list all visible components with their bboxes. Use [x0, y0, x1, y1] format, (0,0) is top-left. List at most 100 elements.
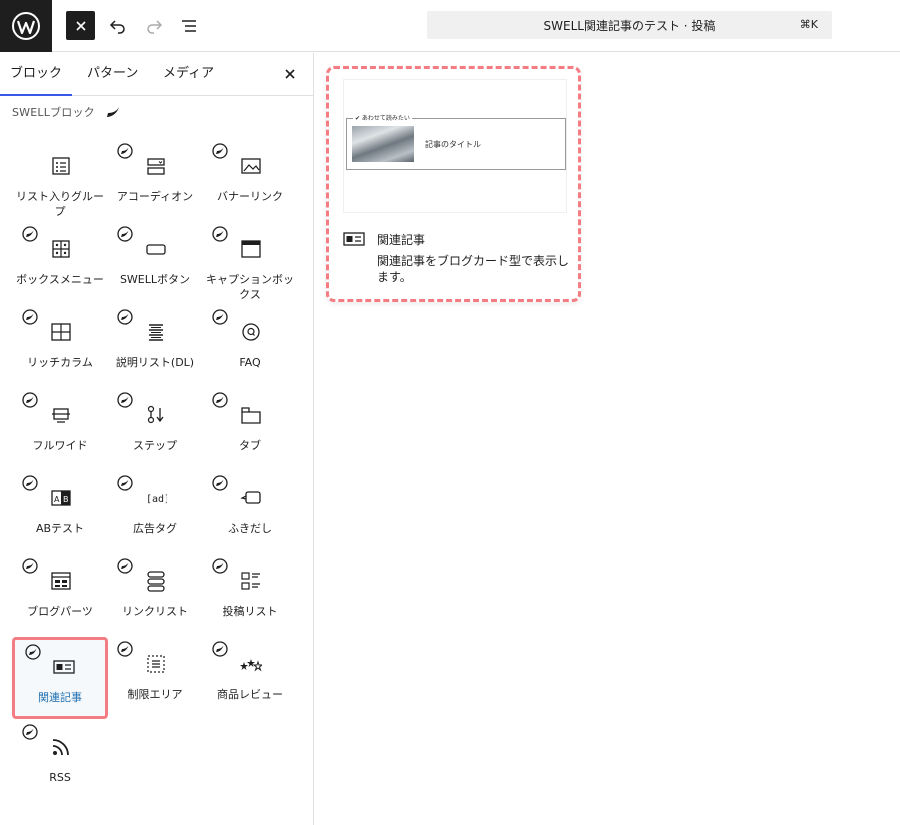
block-item-restricted-area[interactable]: 制限エリア [107, 637, 203, 719]
swell-badge-icon [117, 475, 133, 491]
block-item-ab-test[interactable]: A B ABテスト [12, 471, 108, 553]
link-list-icon [145, 570, 167, 592]
swell-badge-icon [25, 644, 41, 660]
block-item-button[interactable]: SWELLボタン [107, 222, 203, 304]
block-item-step[interactable]: ステップ [107, 388, 203, 470]
wordpress-logo-button[interactable] [0, 0, 52, 52]
block-item-ad-tag[interactable]: [ad] 広告タグ [107, 471, 203, 553]
ad-tag-icon: [ad] [145, 487, 167, 509]
block-label: 投稿リスト [222, 605, 278, 618]
block-item-link-list[interactable]: リンクリスト [107, 554, 203, 636]
block-label: 広告タグ [133, 522, 177, 535]
block-item-box-menu[interactable]: ボックスメニュー [12, 222, 108, 304]
box-menu-icon [50, 238, 72, 260]
block-label: フルワイド [32, 439, 88, 452]
swell-badge-icon [117, 226, 133, 242]
block-item-post-list[interactable]: 投稿リスト [202, 554, 298, 636]
preview-frame: ✔ あわせて読みたい 記事のタイトル [343, 79, 567, 213]
block-item-product-review[interactable]: 商品レビュー [202, 637, 298, 719]
block-label: 関連記事 [38, 691, 82, 704]
swell-badge-icon [212, 392, 228, 408]
card-caption: ✔ あわせて読みたい [353, 113, 412, 122]
block-item-banner-link[interactable]: バナーリンク [202, 139, 298, 221]
block-preview-popover: ✔ あわせて読みたい 記事のタイトル 関連記事 関連記事をブログカード型で表示し… [326, 66, 581, 302]
block-label: 商品レビュー [217, 688, 283, 701]
rich-columns-icon [50, 321, 72, 343]
close-icon [285, 69, 295, 79]
accordion-icon [145, 155, 167, 177]
swell-badge-icon [22, 558, 38, 574]
block-item-balloon[interactable]: ふきだし [202, 471, 298, 553]
category-title: SWELLブロック [12, 106, 95, 119]
close-panel-button[interactable] [281, 65, 299, 83]
preview-block-name: 関連記事 [377, 233, 426, 247]
tab-media[interactable]: メディア [163, 53, 214, 96]
block-item-full-wide[interactable]: フルワイド [12, 388, 108, 470]
swell-badge-icon [212, 309, 228, 325]
block-item-accordion[interactable]: アコーディオン [107, 139, 203, 221]
block-item-description-list[interactable]: 説明リスト(DL) [107, 305, 203, 387]
restricted-area-icon [145, 653, 167, 675]
swell-badge-icon [117, 392, 133, 408]
category-heading: SWELLブロック [12, 104, 121, 120]
block-label: ABテスト [35, 522, 85, 535]
block-label: タブ [239, 439, 261, 452]
preview-block-description: 関連記事をブログカード型で表示します。 [377, 254, 570, 284]
undo-button[interactable] [103, 11, 132, 40]
rss-icon [50, 736, 72, 758]
command-palette-bar[interactable]: SWELL関連記事のテスト · 投稿 ⌘K [427, 11, 832, 39]
swell-badge-icon [212, 558, 228, 574]
block-label: FAQ [239, 356, 261, 369]
command-shortcut: ⌘K [799, 18, 818, 31]
card-title: 記事のタイトル [425, 140, 481, 149]
related-post-icon [53, 656, 75, 678]
close-inserter-button[interactable] [66, 11, 95, 40]
block-label: ブログパーツ [27, 605, 93, 618]
swell-badge-icon [117, 309, 133, 325]
wordpress-icon [12, 12, 40, 40]
card-thumbnail [352, 126, 414, 162]
block-item-rich-columns[interactable]: リッチカラム [12, 305, 108, 387]
block-label: バナーリンク [217, 190, 283, 203]
list-group-icon [50, 155, 72, 177]
block-label: RSS [49, 771, 71, 784]
redo-icon [146, 19, 162, 34]
swell-badge-icon [117, 558, 133, 574]
block-item-related-post[interactable]: 関連記事 [12, 637, 108, 719]
swell-badge-icon [22, 309, 38, 325]
tab-blocks[interactable]: ブロック [0, 53, 72, 96]
post-list-icon [240, 570, 262, 592]
related-post-icon [343, 232, 365, 246]
block-item-caption-box[interactable]: キャプションボックス [202, 222, 298, 304]
faq-icon [240, 321, 262, 343]
swell-badge-icon [212, 641, 228, 657]
swell-badge-icon [22, 724, 38, 740]
block-label: アコーディオン [116, 190, 194, 203]
block-label: SWELLボタン [119, 273, 191, 286]
block-item-list-group[interactable]: リスト入りグループ [12, 139, 108, 221]
svg-text:B: B [63, 495, 69, 504]
block-inserter-panel: ブロック パターン メディア SWELLブロック リスト入りグループ アコーディオ… [0, 53, 314, 825]
document-overview-button[interactable] [174, 11, 203, 40]
block-item-faq[interactable]: FAQ [202, 305, 298, 387]
block-item-blog-parts[interactable]: ブログパーツ [12, 554, 108, 636]
description-list-icon [145, 321, 167, 343]
redo-button[interactable] [139, 11, 168, 40]
list-view-icon [181, 19, 196, 32]
block-item-tab[interactable]: タブ [202, 388, 298, 470]
block-item-rss[interactable]: RSS [12, 720, 108, 802]
svg-text:A: A [54, 495, 60, 504]
swell-logo-icon [106, 107, 119, 117]
block-label: 説明リスト(DL) [115, 356, 195, 369]
swell-badge-icon [212, 143, 228, 159]
swell-badge-icon [117, 143, 133, 159]
block-label: ステップ [133, 439, 177, 452]
swell-badge-icon [117, 641, 133, 657]
swell-badge-icon [22, 475, 38, 491]
swell-badge-icon [22, 392, 38, 408]
tab-icon [240, 404, 262, 426]
ab-test-icon: AB [50, 487, 72, 509]
document-title: SWELL関連記事のテスト · 投稿 [543, 18, 716, 33]
tab-patterns[interactable]: パターン [87, 53, 138, 96]
block-label: ボックスメニュー [16, 273, 104, 286]
